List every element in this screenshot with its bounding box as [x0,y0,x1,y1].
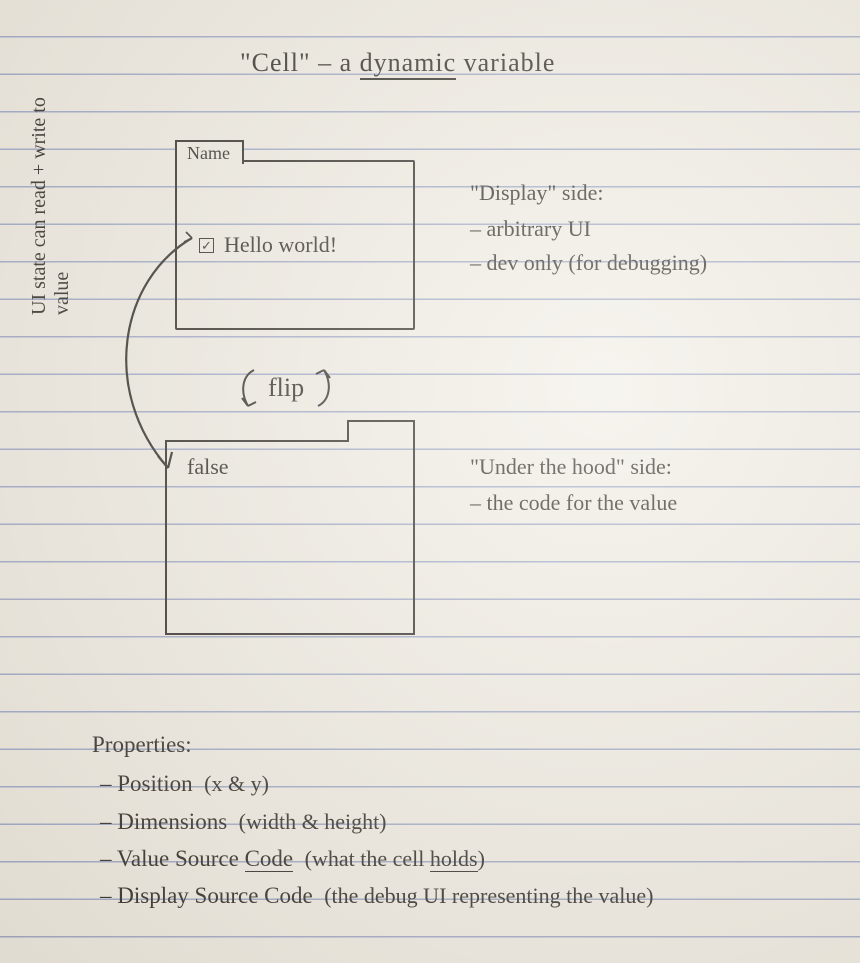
under-hood-card: false [165,440,415,635]
display-side-heading: "Display" side: [470,176,850,210]
display-side-item: arbitrary UI [470,212,850,246]
flip-action-label: flip [238,366,334,410]
display-side-item: dev only (for debugging) [470,246,850,280]
property-dimensions: Dimensions (width & height) [92,803,832,840]
properties-heading: Properties: [92,726,832,763]
flip-arrow-up-icon [310,366,334,410]
card-tab-blank [347,420,415,442]
properties-list: Properties: Position (x & y) Dimensions … [92,726,832,914]
under-hood-annotation: "Under the hood" side: the code for the … [470,450,830,520]
side-note-ui-state: UI state can read + write to value [28,55,74,315]
hello-world-text: Hello world! [224,232,337,258]
property-display-source-code: Display Source Code (the debug UI repres… [92,877,832,914]
card-under-content: false [187,454,229,480]
diagram-title: "Cell" – a dynamic variable [240,48,555,78]
property-value-source-code: Value Source Code (what the cell holds) [92,840,832,877]
display-side-annotation: "Display" side: arbitrary UI dev only (f… [470,176,850,280]
under-hood-heading: "Under the hood" side: [470,450,830,484]
flip-text: flip [268,373,304,403]
card-display-content: ✓ Hello world! [199,232,337,258]
checkbox-icon: ✓ [199,238,214,253]
display-side-card: Name ✓ Hello world! [175,160,415,330]
property-position: Position (x & y) [92,765,832,802]
title-cell-word: "Cell" [240,48,311,77]
title-emphasis: dynamic [360,48,457,80]
card-tab-name: Name [175,140,244,164]
under-hood-item: the code for the value [470,486,830,520]
flip-arrow-down-icon [238,366,262,410]
